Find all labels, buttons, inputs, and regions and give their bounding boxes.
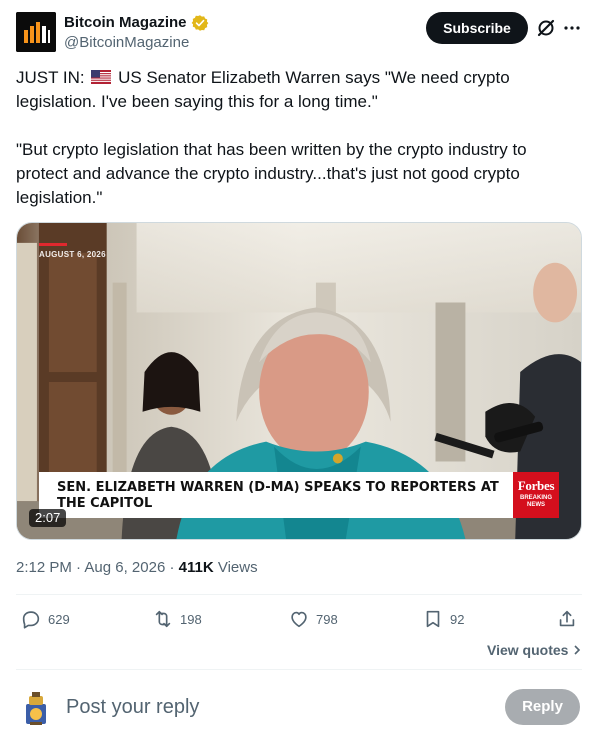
post-date[interactable]: Aug 6, 2026	[84, 559, 165, 576]
view-quotes-link[interactable]: View quotes	[487, 640, 583, 660]
author-name-row: Bitcoin Magazine	[64, 13, 209, 33]
view-quotes-label: View quotes	[487, 642, 569, 658]
author-handle[interactable]: @BitcoinMagazine	[64, 33, 189, 53]
author-avatar[interactable]	[16, 12, 56, 52]
grok-icon[interactable]	[536, 18, 556, 38]
post-text-prefix: JUST IN:	[16, 68, 85, 87]
repost-count: 198	[180, 611, 202, 627]
action-bar: 629 198 798 92	[16, 596, 582, 642]
more-icon[interactable]	[562, 18, 582, 38]
post-text-quote: "But crypto legislation that has been wr…	[16, 140, 532, 207]
forbes-brand-sub: BREAKING NEWS	[519, 495, 552, 508]
views-label: Views	[217, 559, 258, 576]
divider-top	[16, 594, 582, 595]
like-action[interactable]: 798	[288, 608, 338, 630]
date-overlay-bar	[39, 243, 67, 246]
us-flag-icon	[91, 70, 112, 84]
chevron-right-icon	[574, 645, 581, 655]
bookmark-icon	[426, 610, 440, 628]
reply-input[interactable]: Post your reply	[66, 695, 199, 719]
repost-action[interactable]: 198	[152, 608, 202, 630]
user-avatar-icon[interactable]	[20, 690, 52, 726]
bookmark-action[interactable]: 92	[422, 608, 464, 630]
reply-icon	[22, 611, 40, 629]
views-count: 411K	[178, 559, 214, 576]
reply-button[interactable]: Reply	[505, 689, 580, 725]
verified-badge-icon	[191, 15, 208, 31]
author-display-name[interactable]: Bitcoin Magazine	[64, 13, 187, 33]
repost-icon	[155, 610, 171, 628]
reply-action[interactable]: 629	[20, 608, 70, 630]
post-meta: 2:12 PM · Aug 6, 2026 · 411K Views	[16, 559, 258, 576]
forbes-breaking-logo: Forbes BREAKING NEWS	[513, 472, 559, 518]
bitcoin-magazine-logo-icon	[16, 12, 56, 52]
forbes-brand: Forbes	[517, 478, 555, 493]
like-count: 798	[316, 611, 338, 627]
reply-composer: Post your reply Reply	[16, 682, 582, 734]
reply-count: 629	[48, 611, 70, 627]
video-player[interactable]: AUGUST 6, 2026 SEN. ELIZABETH WARREN (D-…	[16, 222, 582, 540]
share-action[interactable]	[556, 608, 584, 630]
divider-bottom	[16, 669, 582, 670]
post-text: JUST IN: US Senator Elizabeth Warren say…	[16, 66, 576, 210]
lower-third-text: SEN. ELIZABETH WARREN (D-MA) SPEAKS TO R…	[57, 480, 499, 511]
heart-icon	[291, 611, 307, 628]
video-duration: 2:07	[29, 509, 67, 527]
post-header: Bitcoin Magazine @BitcoinMagazine Subscr…	[16, 12, 582, 52]
bookmark-count: 92	[450, 611, 465, 627]
date-overlay: AUGUST 6, 2026	[39, 250, 106, 259]
share-icon	[559, 610, 575, 627]
post-time[interactable]: 2:12 PM	[16, 559, 72, 576]
subscribe-button[interactable]: Subscribe	[426, 12, 528, 44]
lower-third-caption: SEN. ELIZABETH WARREN (D-MA) SPEAKS TO R…	[39, 472, 559, 518]
